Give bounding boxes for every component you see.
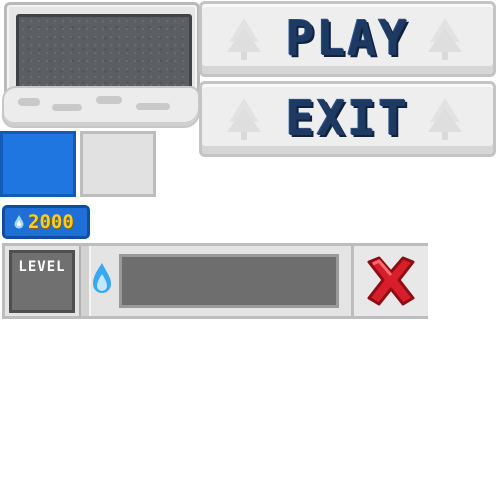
level-badge: LEVEL — [9, 250, 75, 313]
gem-counter: 2000 — [2, 205, 90, 239]
level-divider — [79, 246, 91, 316]
close-icon — [367, 256, 415, 306]
exit-label: EXIT — [285, 91, 410, 147]
snow-tree-icon — [227, 98, 261, 140]
close-button[interactable] — [351, 246, 428, 316]
blue-flame-icon — [93, 263, 111, 293]
play-label: PLAY — [285, 11, 410, 67]
snowy-stone-panel — [2, 2, 200, 128]
level-panel: LEVEL — [2, 243, 428, 319]
gem-count: 2000 — [28, 211, 74, 233]
progress-bar — [0, 131, 156, 197]
snow-tree-icon — [428, 18, 462, 60]
progress-bar-fill — [0, 131, 76, 197]
progress-bar-track — [80, 131, 156, 197]
exit-button[interactable]: EXIT — [199, 81, 496, 157]
level-label: LEVEL — [18, 259, 66, 275]
play-button[interactable]: PLAY — [199, 1, 496, 77]
gem-drop-icon — [14, 215, 24, 229]
level-name-field[interactable] — [119, 254, 339, 308]
snow-tree-icon — [428, 98, 462, 140]
snow-ledge — [2, 86, 200, 128]
stone-panel-screen — [16, 14, 192, 96]
snow-tree-icon — [227, 18, 261, 60]
